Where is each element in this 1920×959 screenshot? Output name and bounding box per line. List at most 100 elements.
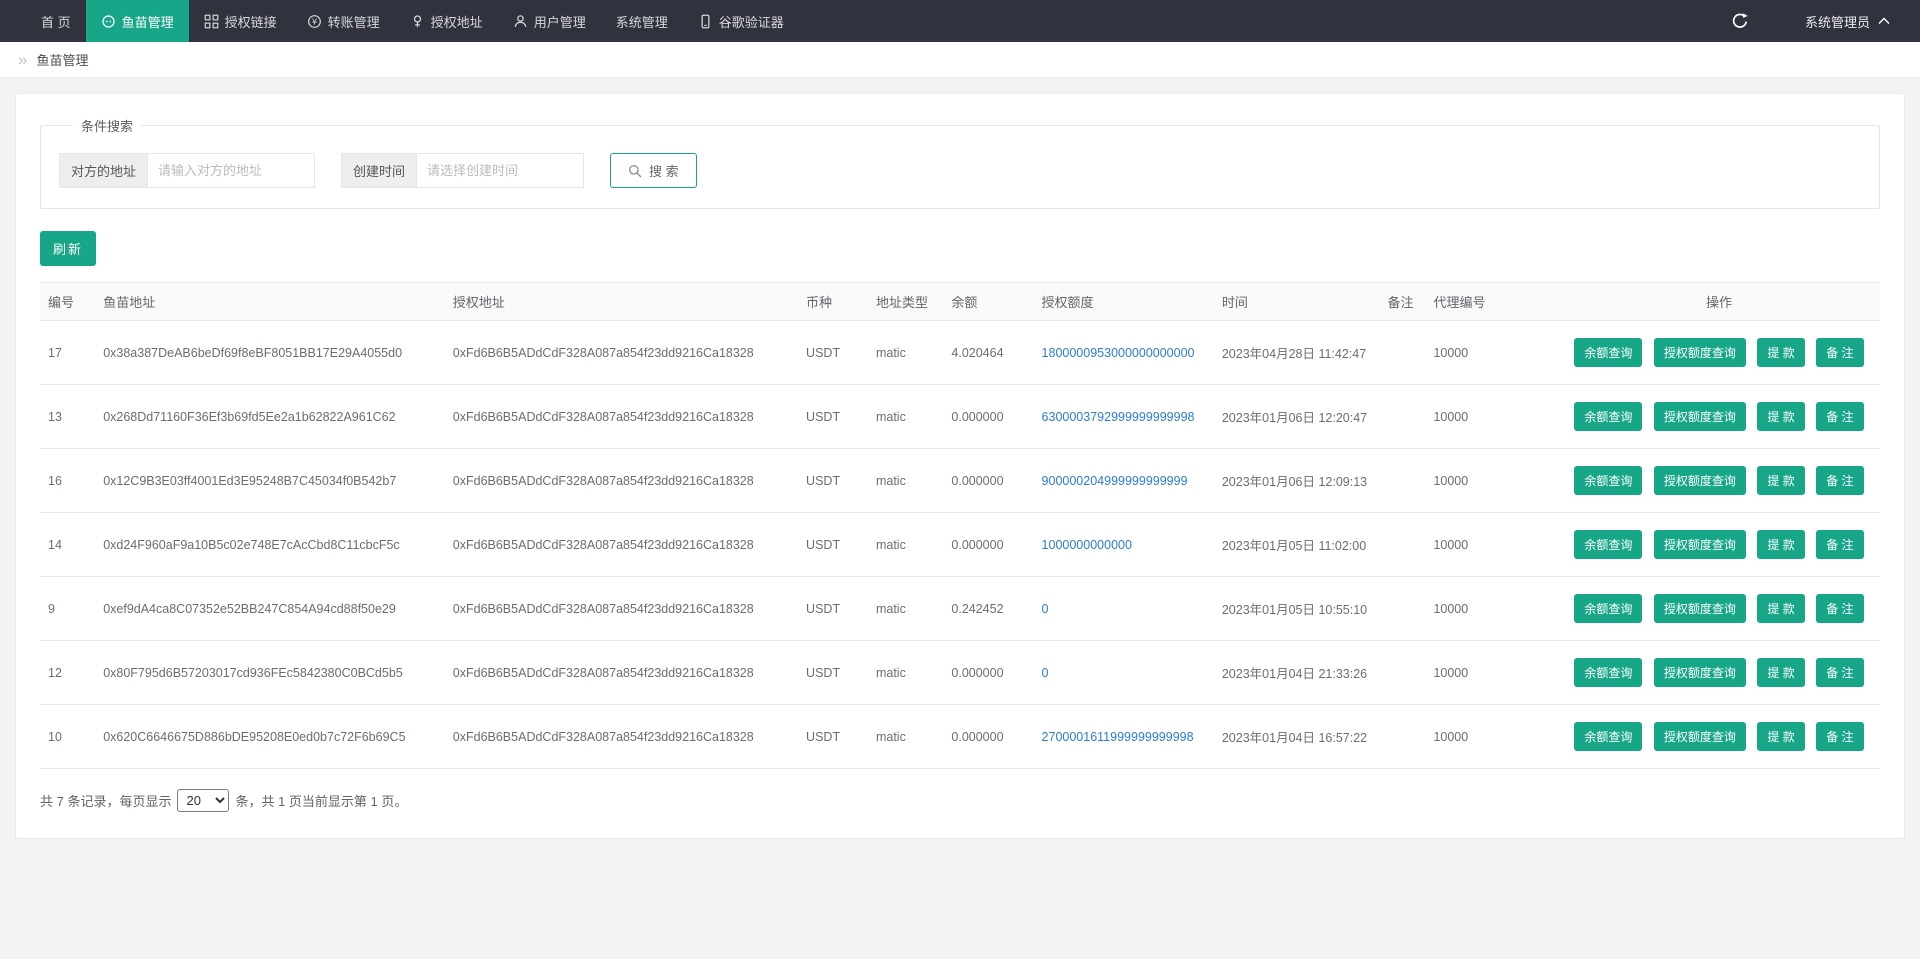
quota-query-button[interactable]: 授权额度查询 [1654, 402, 1746, 431]
quota-link[interactable]: 2700001611999999999998 [1042, 730, 1194, 744]
cell-fry-address: 0x12C9B3E03ff4001Ed3E95248B7C45034f0B542… [95, 449, 445, 513]
cell-agent-id: 10000 [1425, 641, 1557, 705]
refresh-icon[interactable] [1731, 12, 1749, 30]
remark-button[interactable]: 备 注 [1816, 402, 1863, 431]
quota-link[interactable]: 1000000000000 [1042, 538, 1132, 552]
withdraw-button[interactable]: 提 款 [1757, 658, 1804, 687]
balance-query-button[interactable]: 余额查询 [1574, 466, 1642, 495]
nav-item-home[interactable]: 首 页 [26, 0, 86, 42]
nav-item-transfer-management[interactable]: ¥ 转账管理 [292, 0, 395, 42]
balance-query-button[interactable]: 余额查询 [1574, 338, 1642, 367]
cell-id: 13 [40, 385, 95, 449]
table-row: 16 0x12C9B3E03ff4001Ed3E95248B7C45034f0B… [40, 449, 1880, 513]
remark-button[interactable]: 备 注 [1816, 466, 1863, 495]
cell-address-type: matic [868, 513, 943, 577]
cell-actions: 余额查询 授权额度查询 提 款 备 注 [1558, 321, 1880, 385]
withdraw-button[interactable]: 提 款 [1757, 530, 1804, 559]
table-header: 编号 鱼苗地址 授权地址 币种 地址类型 余额 授权额度 时间 备注 代理编号 … [40, 283, 1880, 321]
cell-address-type: matic [868, 449, 943, 513]
cell-quota: 1000000000000 [1034, 513, 1214, 577]
nav-item-user-management[interactable]: 用户管理 [498, 0, 601, 42]
balance-query-button[interactable]: 余额查询 [1574, 658, 1642, 687]
withdraw-button[interactable]: 提 款 [1757, 594, 1804, 623]
table-row: 9 0xef9dA4ca8C07352e52BB247C854A94cd88f5… [40, 577, 1880, 641]
cell-actions: 余额查询 授权额度查询 提 款 备 注 [1558, 385, 1880, 449]
quota-query-button[interactable]: 授权额度查询 [1654, 722, 1746, 751]
refresh-button[interactable]: 刷新 [40, 231, 96, 266]
mobile-phone-icon [698, 14, 713, 29]
balance-query-button[interactable]: 余额查询 [1574, 722, 1642, 751]
double-chevron-icon: » [18, 51, 27, 68]
search-panel: 条件搜索 对方的地址 创建时间 搜 索 [40, 116, 1880, 209]
cell-time: 2023年01月06日 12:20:47 [1214, 385, 1380, 449]
withdraw-button[interactable]: 提 款 [1757, 338, 1804, 367]
balance-query-button[interactable]: 余额查询 [1574, 402, 1642, 431]
quota-query-button[interactable]: 授权额度查询 [1654, 338, 1746, 367]
cell-time: 2023年04月28日 11:42:47 [1214, 321, 1380, 385]
header-address-type: 地址类型 [868, 283, 943, 321]
balance-query-button[interactable]: 余额查询 [1574, 594, 1642, 623]
quota-link[interactable]: 1800000953000000000000 [1042, 346, 1195, 360]
clock-circle-icon [101, 14, 116, 29]
create-time-label: 创建时间 [341, 153, 416, 188]
cell-agent-id: 10000 [1425, 577, 1557, 641]
user-menu[interactable]: 系统管理员 [1805, 12, 1890, 31]
table-row: 12 0x80F795d6B57203017cd936FEc5842380C0B… [40, 641, 1880, 705]
cell-currency: USDT [798, 641, 868, 705]
cell-currency: USDT [798, 449, 868, 513]
cell-address-type: matic [868, 577, 943, 641]
remark-button[interactable]: 备 注 [1816, 530, 1863, 559]
remark-button[interactable]: 备 注 [1816, 338, 1863, 367]
address-input[interactable] [147, 153, 315, 188]
withdraw-button[interactable]: 提 款 [1757, 402, 1804, 431]
qr-grid-icon [204, 14, 219, 29]
remark-button[interactable]: 备 注 [1816, 722, 1863, 751]
cell-fry-address: 0x80F795d6B57203017cd936FEc5842380C0BCd5… [95, 641, 445, 705]
withdraw-button[interactable]: 提 款 [1757, 722, 1804, 751]
quota-query-button[interactable]: 授权额度查询 [1654, 530, 1746, 559]
cell-currency: USDT [798, 705, 868, 769]
cell-quota: 1800000953000000000000 [1034, 321, 1214, 385]
pagination-prefix: 共 7 条记录，每页显示 [40, 791, 171, 810]
header-remark: 备注 [1379, 283, 1425, 321]
nav-item-system-management[interactable]: 系统管理 [601, 0, 683, 42]
cell-id: 9 [40, 577, 95, 641]
quota-link[interactable]: 0 [1042, 602, 1049, 616]
cell-time: 2023年01月04日 21:33:26 [1214, 641, 1380, 705]
cell-remark [1379, 385, 1425, 449]
cell-agent-id: 10000 [1425, 385, 1557, 449]
cell-id: 17 [40, 321, 95, 385]
remark-button[interactable]: 备 注 [1816, 658, 1863, 687]
nav-item-auth-address[interactable]: 授权地址 [395, 0, 498, 42]
remark-button[interactable]: 备 注 [1816, 594, 1863, 623]
nav-item-auth-links[interactable]: 授权链接 [189, 0, 292, 42]
header-fry-address: 鱼苗地址 [95, 283, 445, 321]
create-time-input[interactable] [416, 153, 584, 188]
cell-remark [1379, 449, 1425, 513]
quota-link[interactable]: 6300003792999999999998 [1042, 410, 1195, 424]
nav-item-fry-management[interactable]: 鱼苗管理 [86, 0, 189, 42]
withdraw-button[interactable]: 提 款 [1757, 466, 1804, 495]
content-card: 条件搜索 对方的地址 创建时间 搜 索 刷新 [15, 93, 1905, 839]
header-quota: 授权额度 [1034, 283, 1214, 321]
cell-auth-address: 0xFd6B6B5ADdCdF328A087a854f23dd9216Ca183… [445, 705, 798, 769]
search-button[interactable]: 搜 索 [610, 153, 697, 188]
page-size-select[interactable]: 20 [177, 789, 229, 812]
quota-link[interactable]: 900000204999999999999 [1042, 474, 1188, 488]
nav-item-google-authenticator[interactable]: 谷歌验证器 [683, 0, 799, 42]
header-id: 编号 [40, 283, 95, 321]
quota-link[interactable]: 0 [1042, 666, 1049, 680]
cell-time: 2023年01月05日 11:02:00 [1214, 513, 1380, 577]
quota-query-button[interactable]: 授权额度查询 [1654, 466, 1746, 495]
quota-query-button[interactable]: 授权额度查询 [1654, 658, 1746, 687]
table-row: 13 0x268Dd71160F36Ef3b69fd5Ee2a1b62822A9… [40, 385, 1880, 449]
quota-query-button[interactable]: 授权额度查询 [1654, 594, 1746, 623]
fry-table: 编号 鱼苗地址 授权地址 币种 地址类型 余额 授权额度 时间 备注 代理编号 … [40, 282, 1880, 769]
user-name: 系统管理员 [1805, 12, 1870, 31]
cell-fry-address: 0x38a387DeAB6beDf69f8eBF8051BB17E29A4055… [95, 321, 445, 385]
search-button-label: 搜 索 [649, 161, 679, 180]
cell-balance: 4.020464 [943, 321, 1033, 385]
cell-remark [1379, 321, 1425, 385]
cell-address-type: matic [868, 321, 943, 385]
balance-query-button[interactable]: 余额查询 [1574, 530, 1642, 559]
